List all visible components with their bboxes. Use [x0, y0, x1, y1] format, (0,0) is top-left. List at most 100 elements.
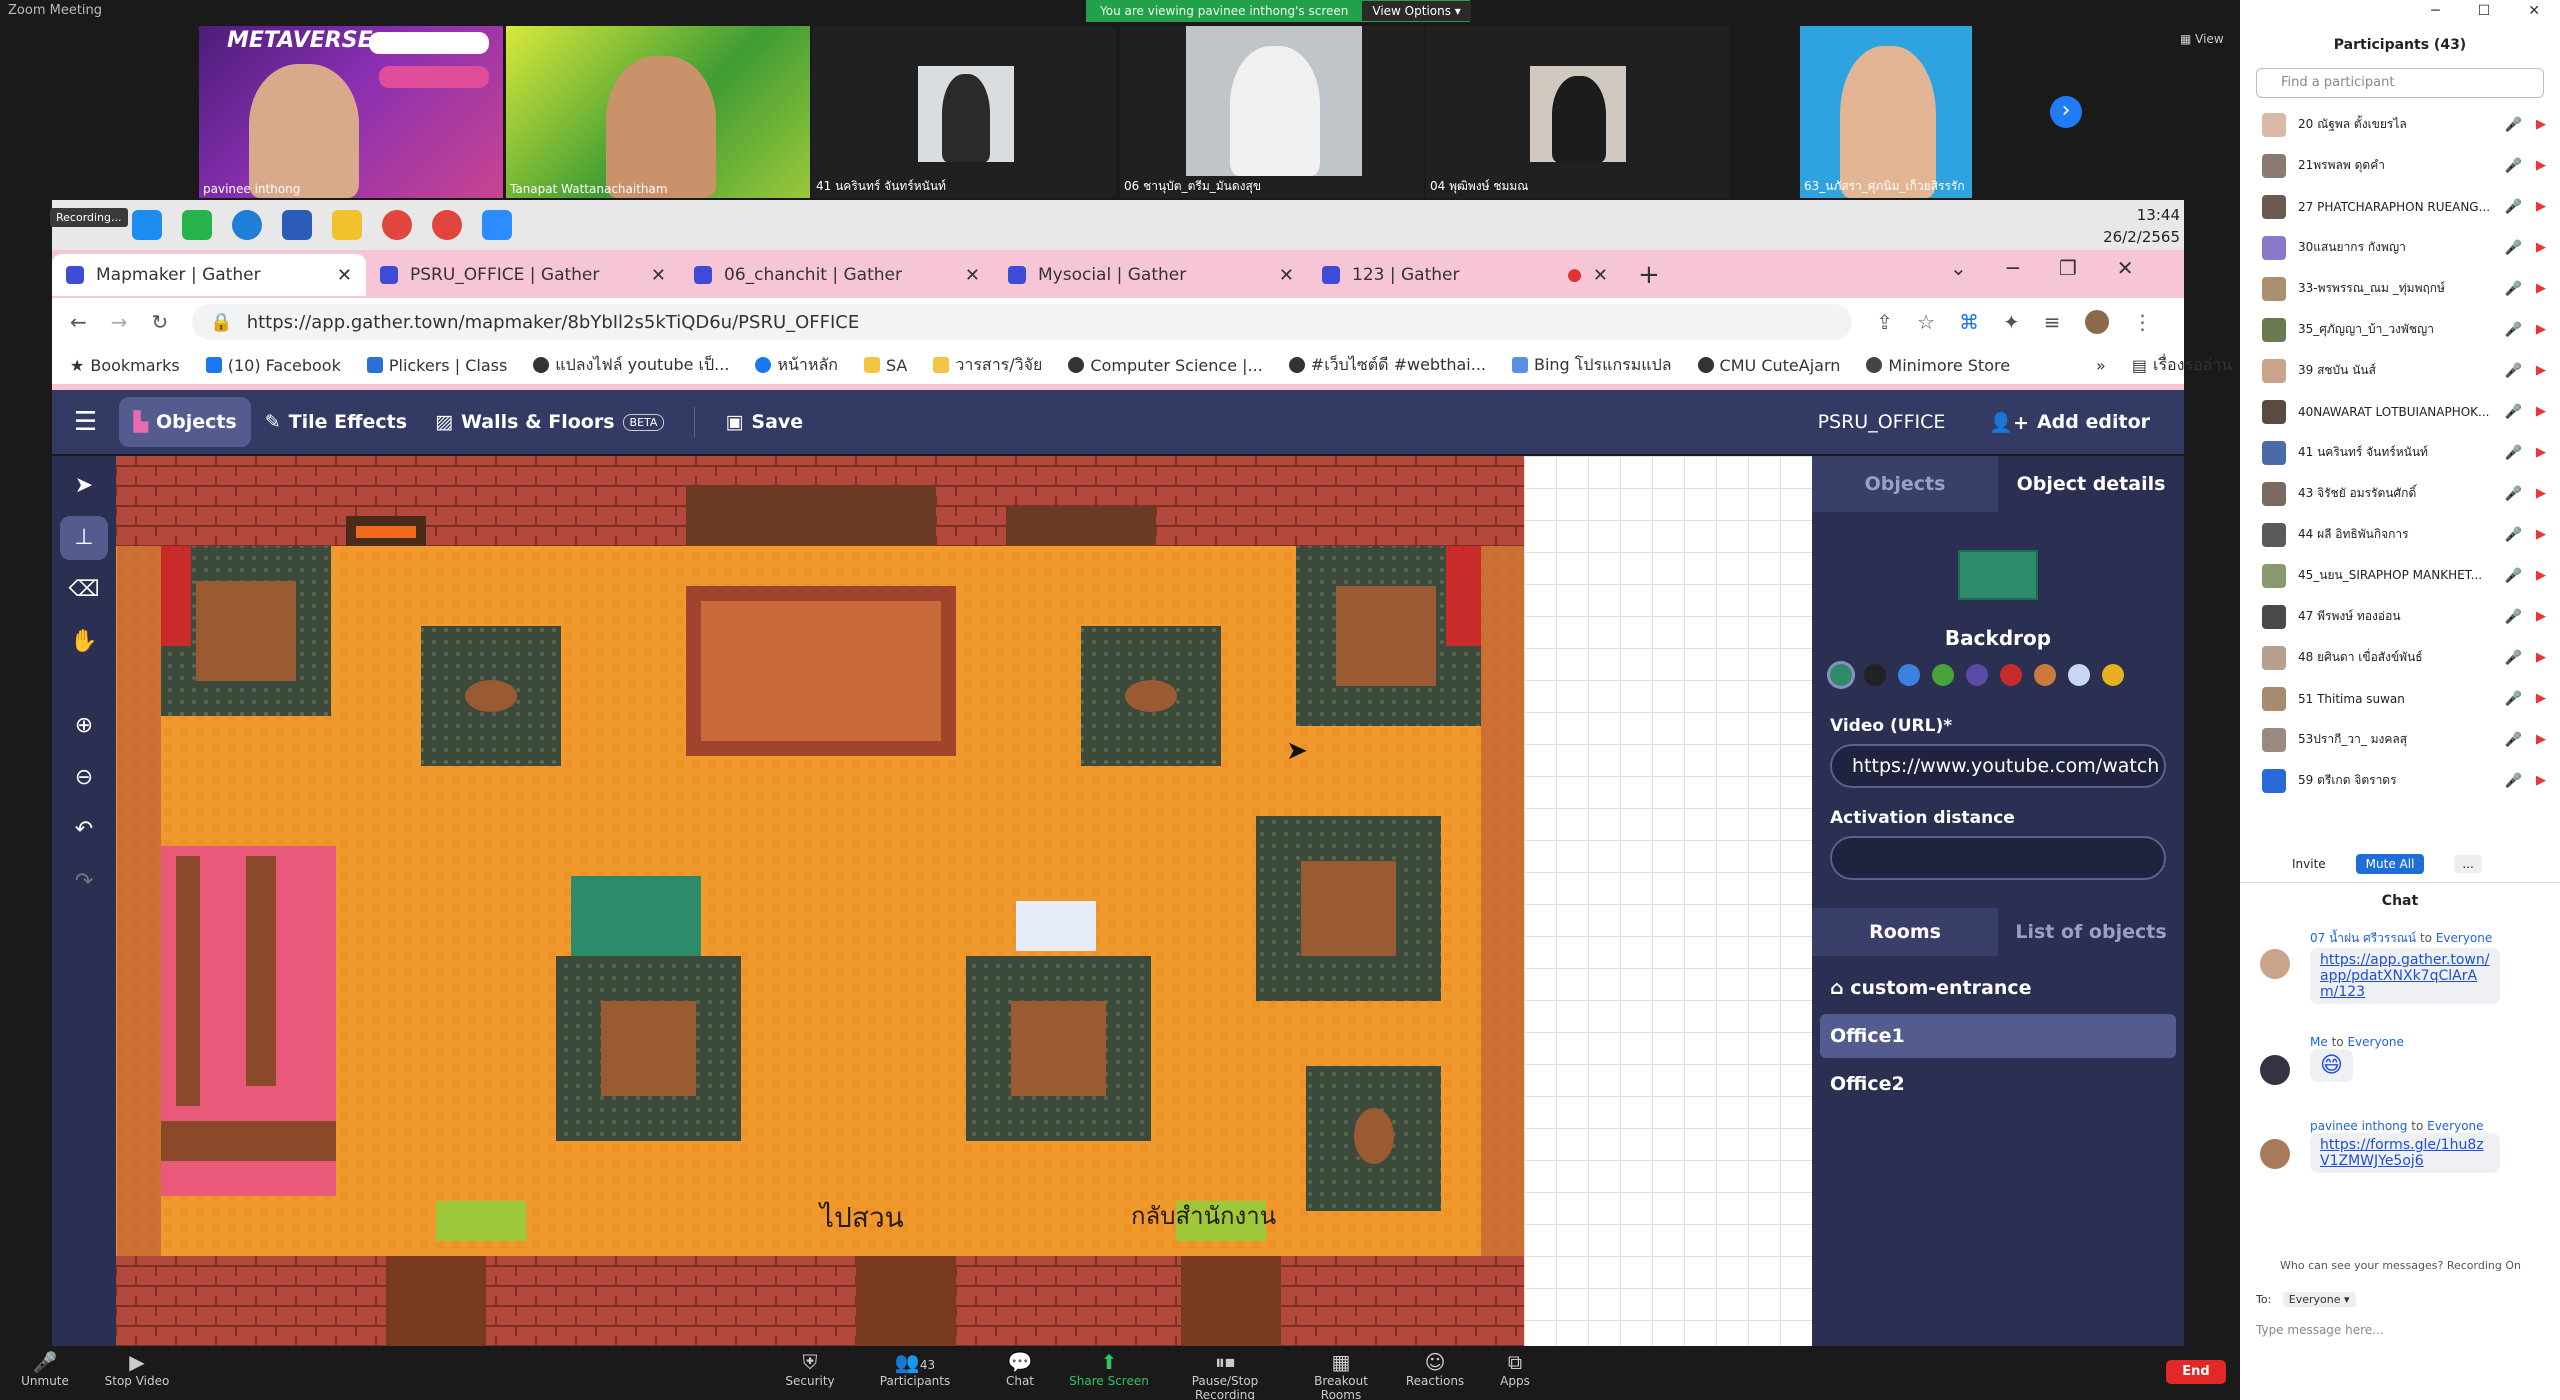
map-canvas[interactable]: ไปสวน กลับสำนักงาน ➤ — [116, 456, 1524, 1346]
map-empty-grid[interactable] — [1524, 456, 1812, 1346]
zoom-in-icon[interactable]: ⊕ — [60, 704, 108, 748]
participant-row[interactable]: 59 ตรีเกด จิตราดร 🎤 ▶ — [2240, 760, 2560, 801]
participant-row[interactable]: 44 ผลี อิทธิพันกิจการ 🎤 ▶ — [2240, 514, 2560, 555]
word-icon[interactable] — [282, 210, 312, 240]
activation-distance-input[interactable] — [1830, 836, 2166, 880]
windows-start-icon[interactable] — [132, 210, 162, 240]
participant-row[interactable]: 21พรพลพ ดุดคำ 🎤 ▶ — [2240, 145, 2560, 186]
chat-button[interactable]: 💬 Chat — [975, 1350, 1065, 1388]
pause-recording-button[interactable]: ⏸⏹ Pause/Stop Recording — [1162, 1350, 1288, 1400]
video-tile[interactable]: METAVERSE pavinee inthong — [199, 26, 503, 198]
close-tab-icon[interactable]: ✕ — [965, 265, 980, 286]
invite-button[interactable]: Invite — [2292, 857, 2326, 871]
bookmark-item[interactable]: วารสาร/วิจัย — [933, 353, 1042, 378]
browser-tab[interactable]: Mapmaker | Gather ✕ — [52, 254, 366, 296]
participant-row[interactable]: 53ปรากี_วา_ มงคลสุ 🎤 ▶ — [2240, 719, 2560, 760]
share-icon[interactable]: ⇪ — [1876, 310, 1893, 334]
bookmark-item[interactable]: Bing โปรแกรมแปล — [1511, 353, 1672, 378]
color-swatch[interactable] — [1864, 664, 1886, 686]
chat-visibility-note[interactable]: Who can see your messages? Recording On — [2280, 1259, 2521, 1272]
zoom-out-icon[interactable]: ⊖ — [60, 756, 108, 800]
avatar[interactable] — [2084, 310, 2109, 334]
color-swatch[interactable] — [2034, 664, 2056, 686]
add-editor-button[interactable]: 👤+ Add editor — [1975, 397, 2164, 447]
reading-list[interactable]: ▤ เรื่องรออ่าน — [2132, 353, 2232, 378]
bookmark-item[interactable]: (10) Facebook — [205, 356, 341, 375]
unmute-button[interactable]: 🎤 Unmute — [0, 1350, 90, 1388]
more-bookmarks-icon[interactable]: » — [2096, 356, 2106, 375]
media-icon[interactable]: ≡ — [2044, 310, 2061, 334]
select-tool-icon[interactable]: ➤ — [60, 464, 108, 508]
video-tile[interactable]: 04 พุฒิพงษ์ ชมมณ — [1426, 26, 1730, 198]
back-icon[interactable]: ← — [70, 310, 87, 334]
breakout-rooms-button[interactable]: ▦ Breakout Rooms — [1296, 1350, 1386, 1400]
color-swatch[interactable] — [2068, 664, 2090, 686]
mute-all-button[interactable]: Mute All — [2355, 854, 2425, 874]
bookmark-item[interactable]: SA — [863, 356, 907, 375]
view-button[interactable]: ▦ View — [2180, 32, 2224, 46]
close-icon[interactable]: ✕ — [2117, 256, 2134, 280]
participant-row[interactable]: 45_นยน_SIRAPHOP MANKHET... 🎤 ▶ — [2240, 555, 2560, 596]
tab-objects[interactable]: Objects — [1812, 456, 1998, 512]
color-swatch[interactable] — [2102, 664, 2124, 686]
participant-row[interactable]: 47 พีรพงษ์ ทองอ่อน 🎤 ▶ — [2240, 596, 2560, 637]
more-button[interactable]: ... — [2454, 855, 2482, 873]
forward-icon[interactable]: → — [111, 310, 128, 334]
bookmark-item[interactable]: Computer Science |... — [1068, 356, 1263, 375]
browser-tab[interactable]: 06_chanchit | Gather ✕ — [680, 254, 994, 296]
close-tab-icon[interactable]: ✕ — [1593, 265, 1608, 286]
participant-row[interactable]: 20 ณัฐพล ตั้งเขยรไล 🎤 ▶ — [2240, 104, 2560, 145]
chat-link[interactable]: https://app.gather.town/app/pdatXNXk7qCl… — [2310, 948, 2500, 1004]
hand-tool-icon[interactable]: ✋ — [60, 620, 108, 664]
room-item[interactable]: Office2 — [1820, 1062, 2176, 1106]
participant-row[interactable]: 40NAWARAT LOTBUIANAPHOK... 🎤 ▶ — [2240, 391, 2560, 432]
minimize-icon[interactable]: ─ — [2431, 0, 2439, 22]
objects-tool-button[interactable]: ▙ Objects — [119, 397, 251, 447]
extensions-icon[interactable]: ✦ — [2003, 310, 2020, 334]
video-tile[interactable]: 06 ชานุบัต_ตรีม_มันดงสุข — [1120, 26, 1424, 198]
participant-search-input[interactable]: Find a participant — [2256, 68, 2544, 98]
undo-icon[interactable]: ↶ — [60, 808, 108, 852]
new-tab-button[interactable]: + — [1622, 254, 1660, 298]
tab-object-details[interactable]: Object details — [1998, 456, 2184, 512]
room-item[interactable]: Office1 — [1820, 1014, 2176, 1058]
color-swatch[interactable] — [1966, 664, 1988, 686]
apps-button[interactable]: ⧉ Apps — [1470, 1350, 1560, 1388]
edge-icon[interactable] — [232, 210, 262, 240]
participant-row[interactable]: 33-พรพรรณ_ณม _ทุ่มพฤกษ์ 🎤 ▶ — [2240, 268, 2560, 309]
participant-row[interactable]: 51 Thitima suwan 🎤 ▶ — [2240, 678, 2560, 719]
bookmark-item[interactable]: Minimore Store — [1866, 356, 2010, 375]
tab-rooms[interactable]: Rooms — [1812, 908, 1998, 956]
participant-row[interactable]: 41 นครินทร์ จันทร์หนันท์ 🎤 ▶ — [2240, 432, 2560, 473]
video-tile[interactable]: 63_นภัสรา_ศุภนิม_เก็วยสิรรรัก — [1800, 26, 1972, 198]
color-swatch[interactable] — [1932, 664, 1954, 686]
minimize-icon[interactable]: ─ — [2007, 256, 2019, 280]
close-tab-icon[interactable]: ✕ — [651, 265, 666, 286]
video-url-input[interactable]: https://www.youtube.com/watch — [1830, 744, 2166, 788]
color-swatch[interactable] — [1898, 664, 1920, 686]
folder-icon[interactable] — [332, 210, 362, 240]
star-icon[interactable]: ☆ — [1917, 310, 1935, 334]
hamburger-icon[interactable]: ☰ — [74, 407, 97, 437]
browser-tab[interactable]: 123 | Gather ● ✕ — [1308, 254, 1622, 296]
chrome-icon[interactable] — [382, 210, 412, 240]
participant-row[interactable]: 27 PHATCHARAPHON RUEANG... 🎤 ▶ — [2240, 186, 2560, 227]
reload-icon[interactable]: ↻ — [152, 310, 169, 334]
recipient-dropdown[interactable]: Everyone ▾ — [2282, 1292, 2356, 1307]
redo-icon[interactable]: ↷ — [60, 860, 108, 904]
color-swatch[interactable] — [2000, 664, 2022, 686]
color-swatch[interactable] — [1830, 664, 1852, 686]
bookmark-item[interactable]: แปลงไฟล์ youtube เป็... — [533, 353, 729, 378]
participant-row[interactable]: 43 จิรัชยั อมรรัตนศักดิ์ 🎤 ▶ — [2240, 473, 2560, 514]
chat-link[interactable]: https://forms.gle/1hu8zV1ZMWJYe5oj6 — [2310, 1133, 2500, 1173]
video-tile[interactable]: Tanapat Wattanachaitham — [506, 26, 810, 198]
close-tab-icon[interactable]: ✕ — [337, 265, 352, 286]
next-page-button[interactable]: › — [2050, 96, 2082, 128]
translate-icon[interactable]: ⌘ — [1959, 310, 1979, 334]
tab-search-icon[interactable]: ⌄ — [1950, 256, 1967, 280]
restore-icon[interactable]: ❐ — [2059, 256, 2077, 280]
bookmark-item[interactable]: Plickers | Class — [366, 356, 507, 375]
participant-row[interactable]: 39 สชบัน นันส์ 🎤 ▶ — [2240, 350, 2560, 391]
menu-icon[interactable]: ⋮ — [2133, 310, 2153, 334]
maximize-icon[interactable]: ☐ — [2478, 0, 2491, 22]
